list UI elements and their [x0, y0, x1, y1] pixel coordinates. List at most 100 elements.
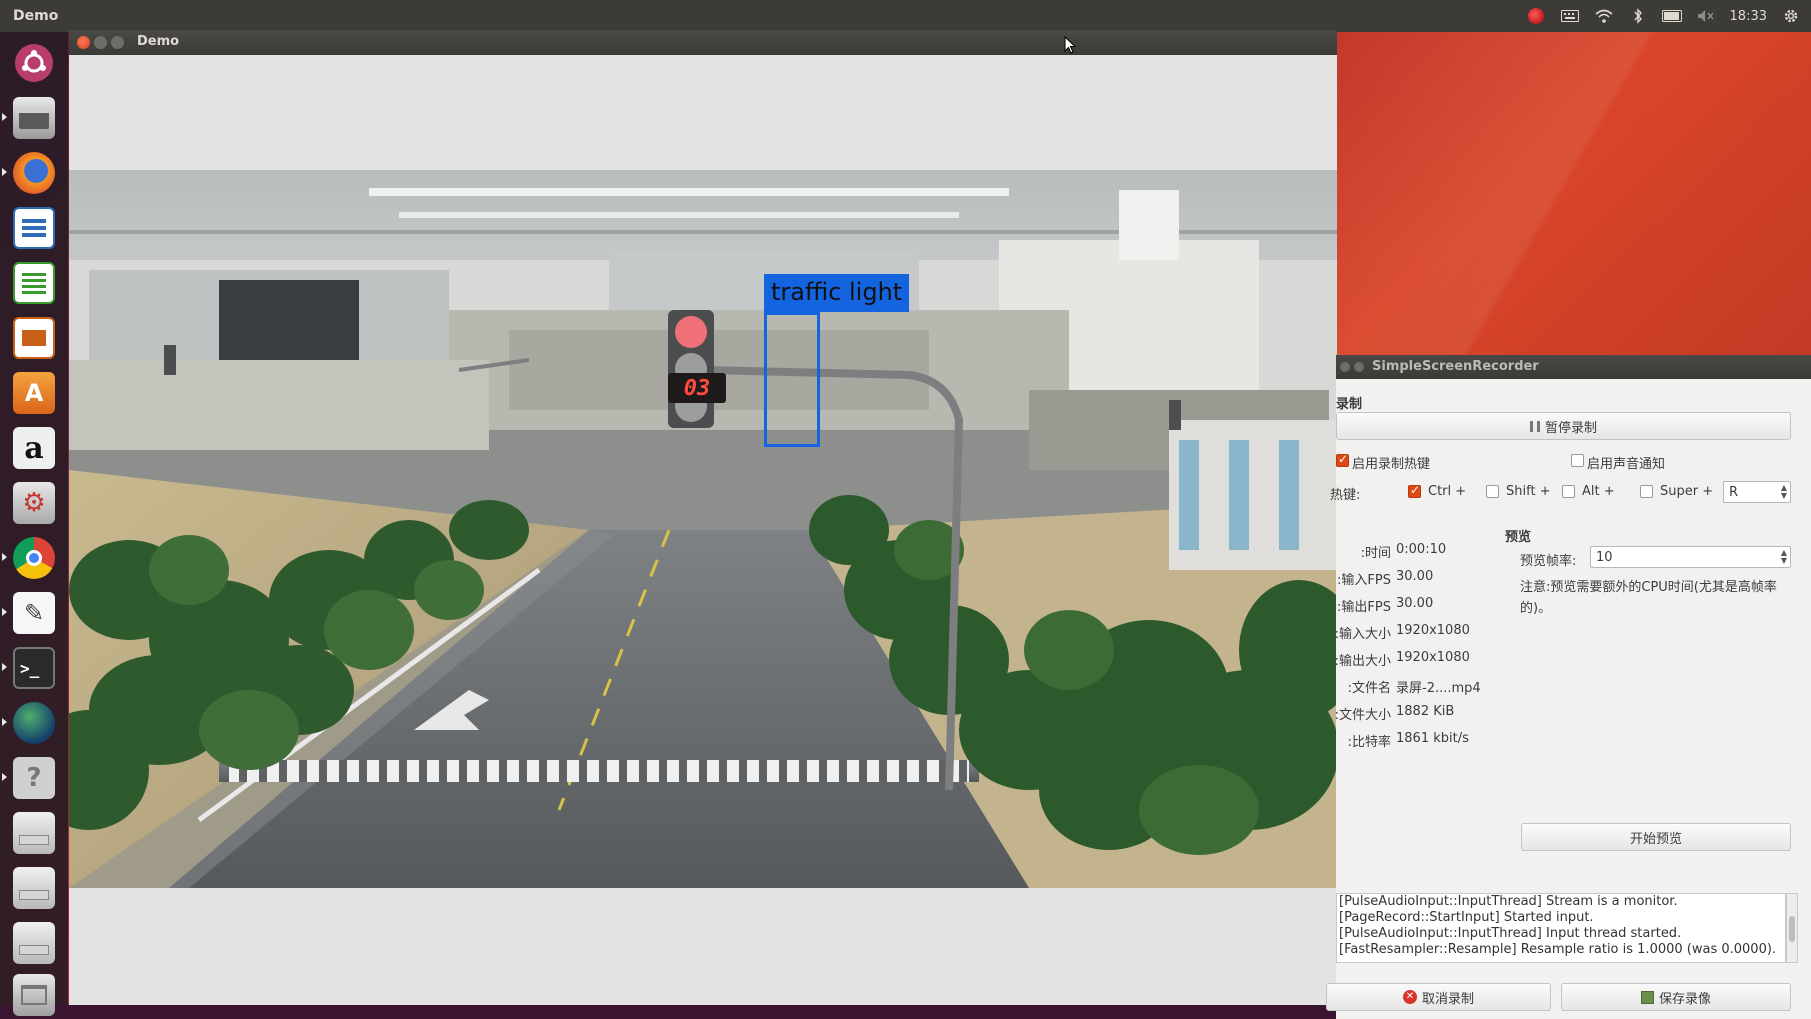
running-indicator: [2, 113, 7, 121]
bluetooth-icon[interactable]: [1628, 6, 1648, 26]
recorder-titlebar[interactable]: SimpleScreenRecorder: [1336, 355, 1811, 379]
alt-label: Alt +: [1582, 484, 1615, 499]
globe-app-icon[interactable]: [9, 698, 59, 748]
scene-image: [69, 170, 1337, 888]
shift-checkbox[interactable]: [1486, 485, 1499, 498]
enable-hotkey-checkbox[interactable]: [1336, 452, 1349, 467]
stat-value: 1920x1080: [1396, 623, 1470, 638]
super-label: Super +: [1660, 484, 1714, 499]
amazon-icon[interactable]: a: [9, 423, 59, 473]
countdown-display: 03: [668, 373, 726, 403]
stat-value: 1920x1080: [1396, 650, 1470, 665]
log-line: [PageRecord::StartInput] Started input.: [1339, 910, 1594, 925]
stat-value: 1882 KiB: [1396, 704, 1455, 719]
stat-label: 文件大小:: [1334, 708, 1391, 723]
enable-hotkey-label: 启用录制热键: [1352, 457, 1431, 472]
minimize-icon[interactable]: [94, 36, 107, 49]
stat-label: 输出FPS:: [1337, 600, 1391, 615]
keyboard-icon[interactable]: [1560, 6, 1580, 26]
preview-rate-input[interactable]: 10 ▲ ▼: [1590, 546, 1791, 568]
detection-label-box: traffic light: [764, 274, 909, 312]
log-line: [PulseAudioInput::InputThread] Input thr…: [1339, 926, 1682, 941]
pause-recording-button[interactable]: 暂停录制: [1336, 412, 1791, 440]
cancel-icon: ✕: [1402, 990, 1417, 1004]
maximize-icon[interactable]: [1354, 362, 1364, 372]
minimize-icon[interactable]: [1340, 362, 1350, 372]
software-center-icon[interactable]: A: [9, 368, 59, 418]
stat-label: 输入大小:: [1334, 627, 1391, 642]
super-checkbox[interactable]: [1640, 485, 1653, 498]
preview-note: 注意:预览需要额外的CPU时间(尤其是高帧率的)。: [1520, 580, 1777, 616]
ubuntu-dash-icon[interactable]: [9, 38, 59, 88]
detection-bounding-box: [764, 312, 820, 447]
demo-window-titlebar[interactable]: Demo: [69, 30, 1337, 55]
hotkey-label: 热键:: [1330, 488, 1361, 503]
wifi-icon[interactable]: [1594, 6, 1614, 26]
maximize-icon[interactable]: [111, 36, 124, 49]
preview-heading: 预览: [1505, 530, 1532, 545]
stat-value: 30.00: [1396, 596, 1434, 611]
running-indicator: [2, 553, 7, 561]
impress-icon[interactable]: [9, 313, 59, 363]
stat-label: 时间:: [1360, 546, 1391, 561]
chrome-icon[interactable]: [9, 533, 59, 583]
settings-gear-icon[interactable]: [1781, 6, 1801, 26]
volume-muted-icon[interactable]: [1696, 6, 1716, 26]
running-indicator: [2, 663, 7, 671]
log-scrollbar[interactable]: [1786, 893, 1798, 963]
detection-label: traffic light: [771, 278, 903, 306]
top-panel: Demo 18:33: [0, 0, 1811, 32]
hotkey-key-select[interactable]: R ▲ ▼: [1723, 481, 1791, 503]
stat-label: 文件名:: [1347, 681, 1391, 696]
start-preview-button[interactable]: 开始预览: [1521, 823, 1791, 851]
running-indicator: [2, 608, 7, 616]
help-icon[interactable]: ?: [9, 753, 59, 803]
sound-notify-checkbox[interactable]: [1571, 454, 1584, 467]
log-line: [PulseAudioInput::InputThread] Stream is…: [1339, 894, 1678, 909]
save-icon: [1640, 990, 1654, 1004]
running-indicator: [2, 718, 7, 726]
drive-icon[interactable]: [9, 808, 59, 858]
trash-icon[interactable]: [9, 970, 59, 1019]
mouse-cursor-icon: [1064, 35, 1077, 58]
drive-icon[interactable]: [9, 918, 59, 968]
log-textarea[interactable]: [PulseAudioInput::InputThread] Stream is…: [1336, 893, 1786, 963]
clock[interactable]: 18:33: [1730, 9, 1767, 24]
ctrl-label: Ctrl +: [1428, 484, 1467, 499]
chevron-updown-icon: ▲ ▼: [1780, 483, 1787, 500]
section-recording: 录制: [1336, 397, 1363, 412]
system-tray: 18:33: [1526, 0, 1801, 32]
text-editor-icon[interactable]: ✎: [9, 588, 59, 638]
pause-icon: [1529, 420, 1540, 432]
firefox-icon[interactable]: [9, 148, 59, 198]
stat-label: 输入FPS:: [1337, 573, 1391, 588]
drive-icon[interactable]: [9, 863, 59, 913]
ctrl-checkbox[interactable]: [1408, 483, 1421, 498]
stat-label: 比特率:: [1347, 735, 1391, 750]
files-icon[interactable]: [9, 93, 59, 143]
running-indicator: [2, 773, 7, 781]
chevron-updown-icon: ▲ ▼: [1780, 548, 1787, 565]
terminal-icon[interactable]: >_: [9, 643, 59, 693]
stat-value: 1861 kbit/s: [1396, 731, 1469, 746]
camera-video-frame: 03 traffic light: [69, 170, 1337, 888]
alt-checkbox[interactable]: [1562, 485, 1575, 498]
stat-label: 输出大小:: [1334, 654, 1391, 669]
system-settings-icon[interactable]: ⚙: [9, 478, 59, 528]
calc-icon[interactable]: [9, 258, 59, 308]
stat-value: 0:00:10: [1396, 542, 1447, 557]
battery-icon[interactable]: [1661, 6, 1682, 26]
close-icon[interactable]: [77, 36, 90, 49]
sound-notify-label: 启用声音通知: [1587, 457, 1666, 472]
recorder-title: SimpleScreenRecorder: [1372, 359, 1539, 374]
writer-icon[interactable]: [9, 203, 59, 253]
preview-rate-label: 预览帧率:: [1520, 554, 1577, 569]
recorder-icon[interactable]: [1526, 6, 1546, 26]
recorder-window: SimpleScreenRecorder 录制 暂停录制 启用录制热键 启用声音…: [1326, 355, 1811, 1019]
stat-value: 30.00: [1396, 569, 1434, 584]
save-recording-button[interactable]: 保存录像: [1561, 983, 1791, 1011]
cancel-recording-button[interactable]: ✕ 取消录制: [1326, 983, 1551, 1011]
stat-value: 录屏-2....mp4: [1396, 681, 1481, 696]
log-line: [FastResampler::Resample] Resample ratio…: [1339, 942, 1777, 957]
wallpaper-highlight: [1330, 30, 1811, 360]
